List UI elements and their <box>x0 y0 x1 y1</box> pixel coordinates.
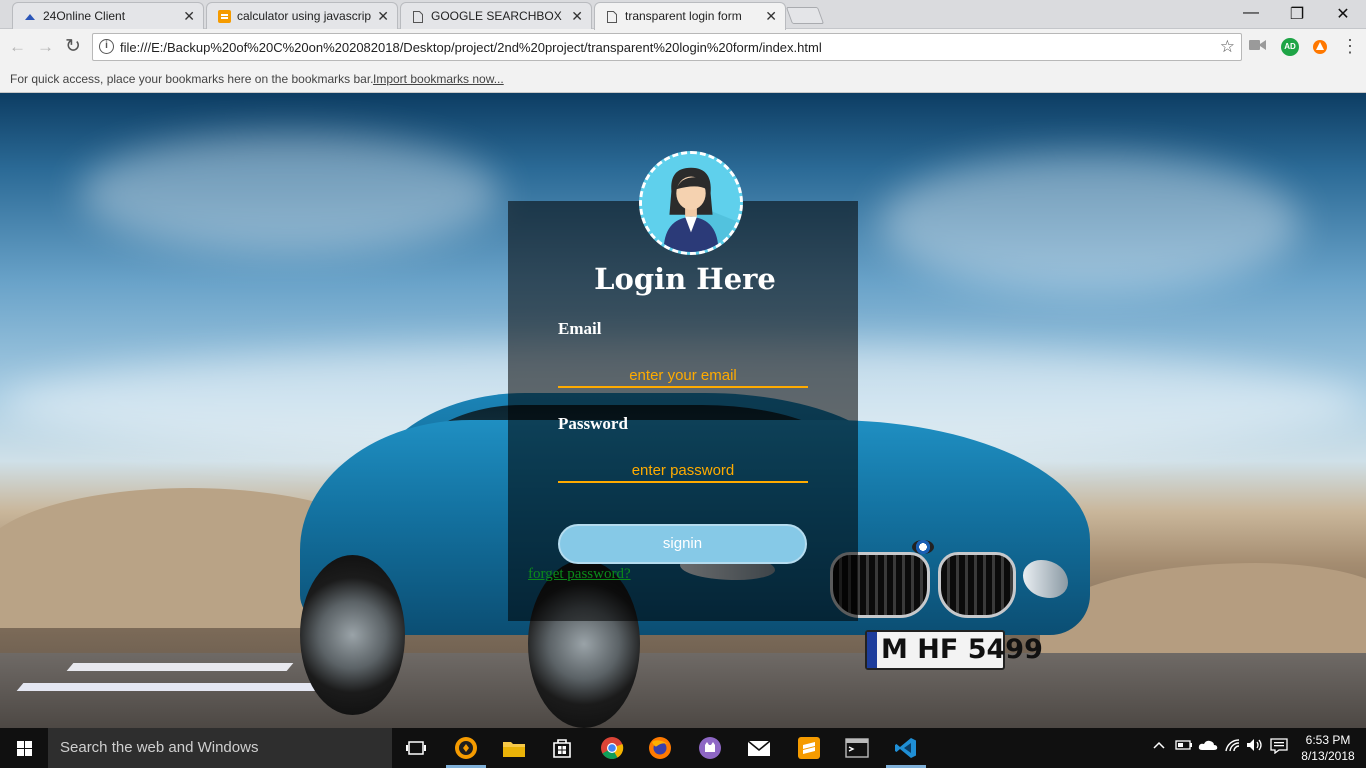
address-bar[interactable]: i file:///E:/Backup%20of%20C%20on%202082… <box>92 33 1242 61</box>
email-field[interactable]: enter your email <box>558 364 808 388</box>
firefox-icon[interactable] <box>646 734 674 762</box>
tab-title: calculator using javascrip <box>237 9 372 23</box>
tab-close-icon[interactable]: ✕ <box>183 8 195 25</box>
avast-icon[interactable] <box>1311 38 1329 56</box>
avatar-icon <box>639 151 743 255</box>
bmw-logo <box>912 540 934 554</box>
system-clock[interactable]: 6:53 PM 8/13/2018 <box>1299 732 1357 764</box>
login-title: Login Here <box>594 262 776 296</box>
sublime-icon[interactable] <box>795 734 823 762</box>
ad-block-icon[interactable]: AD <box>1281 38 1299 56</box>
menu-icon[interactable]: ⋮ <box>1341 36 1359 57</box>
onedrive-icon[interactable] <box>1198 738 1218 754</box>
taskbar-search-input[interactable]: Search the web and Windows <box>48 728 392 768</box>
maximize-button[interactable]: ❐ <box>1274 4 1320 24</box>
windows-logo-icon <box>25 741 32 748</box>
wifi-icon[interactable] <box>1224 738 1242 755</box>
site-info-icon[interactable]: i <box>99 39 114 54</box>
minimize-button[interactable]: — <box>1228 4 1274 22</box>
terminal-icon[interactable] <box>843 734 871 762</box>
url-text[interactable]: file:///E:/Backup%20of%20C%20on%20208201… <box>120 40 822 55</box>
back-button[interactable]: ← <box>9 37 26 57</box>
tab-title: GOOGLE SEARCHBOX <box>431 9 562 23</box>
taskbar: Search the web and Windows 6:53 PM 8/13/… <box>0 728 1366 768</box>
notifications-icon[interactable] <box>1270 738 1288 757</box>
forget-password-link[interactable]: forget password? <box>528 566 631 583</box>
windows-logo-icon <box>25 749 32 756</box>
brave-icon[interactable] <box>452 734 480 762</box>
vscode-icon[interactable] <box>892 734 920 762</box>
clock-time: 6:53 PM <box>1305 733 1351 747</box>
bookmark-star-icon[interactable]: ☆ <box>1220 37 1235 57</box>
tab-transparent-login[interactable]: transparent login form ✕ <box>594 2 786 30</box>
sublime-icon <box>217 10 231 23</box>
page-icon <box>605 10 619 23</box>
task-view-icon[interactable] <box>402 734 430 762</box>
license-plate: M HF 5499 <box>865 630 1043 670</box>
eu-band <box>867 632 877 668</box>
windows-logo-icon <box>17 749 24 756</box>
mail-icon[interactable] <box>745 734 773 762</box>
new-tab-button[interactable] <box>785 7 825 24</box>
tab-title: transparent login form <box>625 9 742 23</box>
car-grille <box>938 552 1016 618</box>
password-field[interactable]: enter password <box>558 459 808 483</box>
car-wheel <box>300 555 405 715</box>
video-icon[interactable] <box>1249 38 1267 56</box>
bookmarks-bar: For quick access, place your bookmarks h… <box>0 65 1366 93</box>
globe-icon <box>23 10 37 23</box>
tab-close-icon[interactable]: ✕ <box>765 8 777 25</box>
close-window-button[interactable]: ✕ <box>1320 4 1366 24</box>
page-icon <box>411 10 425 23</box>
file-explorer-icon[interactable] <box>500 734 528 762</box>
browser-toolbar: ← → ↻ i file:///E:/Backup%20of%20C%20on%… <box>0 29 1366 65</box>
email-label: Email <box>558 319 602 338</box>
store-icon[interactable] <box>548 734 576 762</box>
forward-button[interactable]: → <box>37 37 54 57</box>
road-stripe <box>16 683 324 691</box>
tab-24online[interactable]: 24Online Client ✕ <box>12 2 204 29</box>
app-icon[interactable] <box>696 734 724 762</box>
cloud <box>80 133 500 253</box>
volume-icon[interactable] <box>1246 738 1264 755</box>
clock-date: 8/13/2018 <box>1301 749 1355 763</box>
import-bookmarks-link[interactable]: Import bookmarks now... <box>373 72 504 86</box>
chevron-up-icon[interactable] <box>1152 738 1166 754</box>
tab-title: 24Online Client <box>43 9 126 23</box>
start-button[interactable] <box>0 728 48 768</box>
bookmarks-hint: For quick access, place your bookmarks h… <box>10 72 374 86</box>
chrome-icon[interactable] <box>598 734 626 762</box>
tab-strip: 24Online Client ✕ calculator using javas… <box>0 0 1366 30</box>
tab-google-searchbox[interactable]: GOOGLE SEARCHBOX ✕ <box>400 2 592 29</box>
plate-text: M HF 5499 <box>881 634 1043 665</box>
windows-logo-icon <box>17 741 24 748</box>
road-stripe <box>66 663 294 671</box>
password-label: Password <box>558 414 628 433</box>
tab-close-icon[interactable]: ✕ <box>377 8 389 25</box>
tab-close-icon[interactable]: ✕ <box>571 8 583 25</box>
tab-calculator[interactable]: calculator using javascrip ✕ <box>206 2 398 29</box>
battery-icon[interactable] <box>1175 738 1193 754</box>
signin-button[interactable]: signin <box>558 524 807 564</box>
cloud <box>880 153 1300 293</box>
reload-button[interactable]: ↻ <box>65 35 81 58</box>
